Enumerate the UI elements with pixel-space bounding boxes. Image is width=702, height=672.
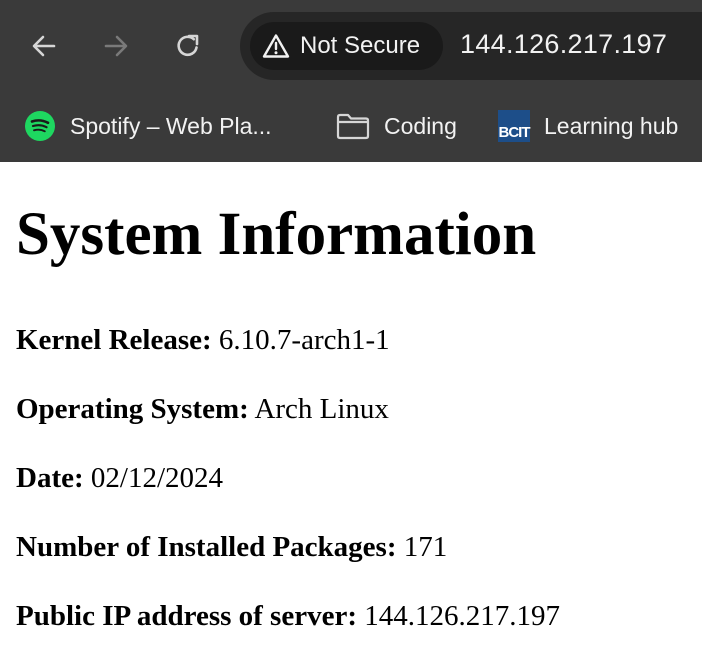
spotify-icon: [24, 110, 56, 142]
security-indicator[interactable]: Not Secure: [250, 22, 443, 70]
bcit-logo-text: BCIT: [498, 110, 531, 142]
security-label: Not Secure: [300, 32, 421, 59]
bookmark-label: Learning hub: [544, 112, 679, 139]
arrow-left-icon: [32, 35, 56, 57]
bcit-icon: BCIT: [498, 110, 531, 142]
forward-button[interactable]: [96, 26, 136, 66]
info-row-kernel: Kernel Release: 6.10.7-arch1-1: [16, 326, 390, 355]
info-value: 171: [403, 531, 448, 563]
address-bar[interactable]: Not Secure 144.126.217.197: [240, 12, 702, 80]
info-label: Date:: [16, 462, 84, 494]
bookmark-folder-coding[interactable]: Coding: [336, 106, 457, 146]
info-value: 6.10.7-arch1-1: [218, 324, 390, 356]
arrow-right-icon: [104, 35, 128, 57]
info-value: 144.126.217.197: [364, 600, 560, 632]
back-button[interactable]: [24, 26, 64, 66]
reload-button[interactable]: [168, 26, 208, 66]
info-value: 02/12/2024: [90, 462, 224, 494]
browser-toolbar: Not Secure 144.126.217.197: [0, 0, 702, 92]
info-row-ip: Public IP address of server: 144.126.217…: [16, 602, 560, 631]
info-row-date: Date: 02/12/2024: [16, 464, 223, 493]
bookmarks-bar: Spotify – Web Pla... Coding BCIT Learnin…: [0, 92, 702, 162]
url-text[interactable]: 144.126.217.197: [460, 29, 667, 60]
warning-triangle-icon: [262, 33, 290, 59]
info-label: Operating System:: [16, 393, 249, 425]
bookmark-label: Coding: [384, 112, 457, 139]
info-row-os: Operating System: Arch Linux: [16, 395, 389, 424]
bookmark-spotify[interactable]: Spotify – Web Pla...: [24, 106, 272, 146]
bookmark-learning-hub[interactable]: BCIT Learning hub: [498, 106, 678, 146]
info-label: Public IP address of server:: [16, 600, 357, 632]
info-value: Arch Linux: [254, 393, 389, 425]
folder-icon: [336, 112, 370, 140]
bookmark-label: Spotify – Web Pla...: [70, 112, 272, 139]
reload-icon: [177, 34, 199, 57]
info-label: Kernel Release:: [16, 324, 212, 356]
page-title: System Information: [16, 201, 537, 268]
page-content: System Information Kernel Release: 6.10.…: [0, 162, 702, 672]
info-row-packages: Number of Installed Packages: 171: [16, 533, 447, 562]
browser-chrome: Not Secure 144.126.217.197 Spotify – Web…: [0, 0, 702, 162]
info-label: Number of Installed Packages:: [16, 531, 397, 563]
